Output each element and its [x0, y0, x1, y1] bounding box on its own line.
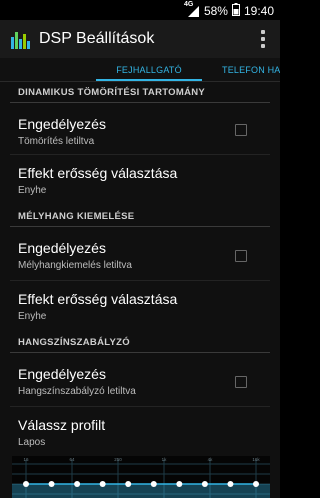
eq-freq-label: 16	[23, 457, 29, 462]
section-header-bass: MÉLYHANG KIEMELÉSE	[18, 211, 135, 222]
eq-freq-label: 1k	[162, 457, 168, 462]
eq-enable-checkbox[interactable]	[235, 376, 247, 388]
eq-band-handle[interactable]	[99, 481, 106, 487]
eq-band-handle[interactable]	[176, 481, 183, 487]
pref-title: Engedélyezés	[18, 240, 106, 256]
signal-icon: 4G	[184, 1, 200, 18]
section-divider	[10, 352, 270, 353]
eq-freq-label: 64	[69, 457, 75, 462]
eq-band-handle[interactable]	[48, 481, 55, 487]
eq-freq-label: 250	[114, 457, 122, 462]
pref-summary: Hangszínszabályzó letiltva	[18, 386, 136, 397]
eq-band-handle[interactable]	[150, 481, 157, 487]
clock: 19:40	[243, 4, 274, 18]
pref-summary: Mélyhangkiemelés letiltva	[18, 260, 132, 271]
battery-percent: 58%	[203, 4, 228, 18]
tab-headphones[interactable]: FEJHALLGATÓ	[96, 58, 202, 81]
action-bar: DSP Beállítások	[0, 20, 280, 58]
row-divider	[10, 154, 270, 155]
equalizer-logo-icon[interactable]	[10, 28, 32, 50]
eq-band-handle[interactable]	[125, 481, 132, 487]
section-divider	[10, 226, 270, 227]
section-header-eq: HANGSZÍNSZABÁLYZÓ	[18, 337, 130, 348]
pref-title: Effekt erősség választása	[18, 165, 178, 181]
pref-title: Válassz profilt	[18, 417, 106, 433]
eq-freq-label: 16k	[252, 457, 260, 462]
tab-bar: FEJHALLGATÓ TELEFON HANGSZÓRÓ	[0, 58, 280, 82]
bass-enable-checkbox[interactable]	[235, 250, 247, 262]
equalizer-graph[interactable]: 16 64 250 1k 4k 16k	[12, 456, 270, 498]
pref-summary: Enyhe	[18, 311, 47, 322]
status-icons: 4G 58% 19:40	[184, 1, 274, 19]
tab-phone-speaker[interactable]: TELEFON HANGSZÓRÓ	[222, 58, 280, 81]
drc-enable-checkbox[interactable]	[235, 124, 247, 136]
eq-band-handle[interactable]	[74, 481, 81, 487]
status-bar: 4G 58% 19:40	[0, 0, 280, 20]
pref-summary: Enyhe	[18, 185, 47, 196]
battery-icon	[231, 3, 240, 19]
overflow-menu-icon[interactable]	[250, 26, 276, 52]
pref-title: Effekt erősség választása	[18, 291, 178, 307]
settings-list[interactable]: DINAMIKUS TÖMÖRÍTÉSI TARTOMÁNY Engedélye…	[0, 82, 280, 498]
eq-freq-label: 4k	[208, 457, 214, 462]
pref-title: Engedélyezés	[18, 366, 106, 382]
row-divider	[10, 280, 270, 281]
pref-title: Engedélyezés	[18, 116, 106, 132]
eq-band-handle[interactable]	[23, 481, 29, 487]
section-divider	[10, 102, 270, 103]
pref-summary: Tömörítés letiltva	[18, 136, 95, 147]
section-header-drc: DINAMIKUS TÖMÖRÍTÉSI TARTOMÁNY	[18, 87, 206, 98]
eq-band-handle[interactable]	[201, 481, 208, 487]
eq-band-handle[interactable]	[253, 481, 259, 487]
app-title: DSP Beállítások	[39, 30, 155, 47]
eq-band-handle[interactable]	[227, 481, 234, 487]
row-divider	[10, 406, 270, 407]
pref-summary: Lapos	[18, 437, 46, 448]
